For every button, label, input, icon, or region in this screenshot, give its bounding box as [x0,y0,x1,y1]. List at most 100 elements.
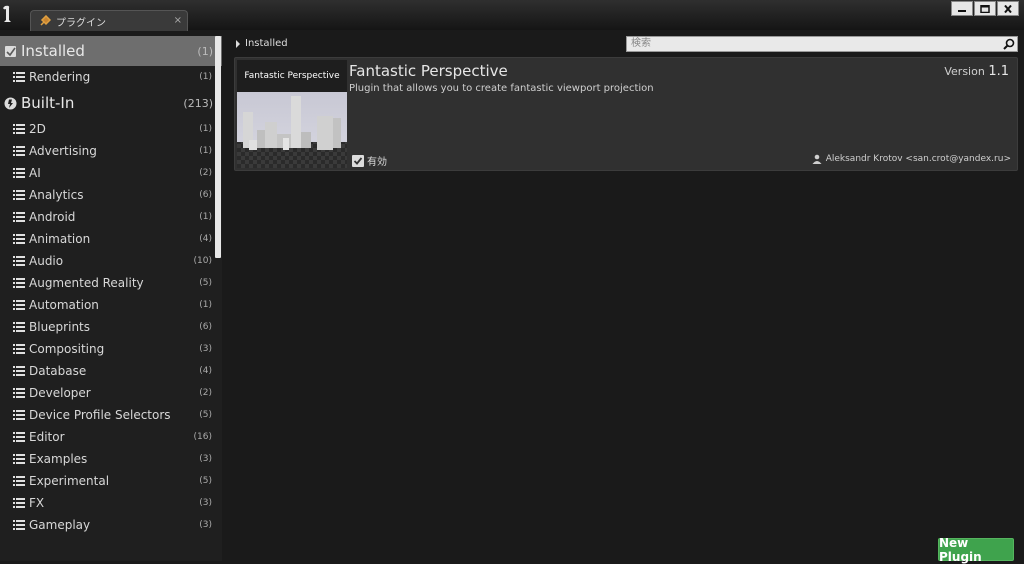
sidebar-item-examples[interactable]: Examples (3) [0,448,222,470]
list-icon [13,476,25,486]
search-input[interactable]: 検索 [626,36,1018,52]
sidebar-item-analytics[interactable]: Analytics (6) [0,184,222,206]
category-installed[interactable]: Installed (1) [0,36,222,66]
sidebar-item-editor[interactable]: Editor (16) [0,426,222,448]
unreal-engine-icon [4,97,17,109]
sidebar-item-label: Augmented Reality [29,276,144,290]
sidebar-item-experimental[interactable]: Experimental (5) [0,470,222,492]
close-button[interactable] [997,1,1019,16]
sidebar-item-count: (1) [199,212,212,222]
author-name: Aleksandr Krotov <san.crot@yandex.ru> [825,154,1011,164]
sidebar-item-ai[interactable]: AI (2) [0,162,222,184]
sidebar-item-augmented-reality[interactable]: Augmented Reality (5) [0,272,222,294]
title-bar: プラグイン × [0,0,1024,31]
sidebar-item-label: Blueprints [29,320,91,334]
list-icon [13,278,25,288]
plugin-thumbnail: Fantastic Perspective [237,60,347,168]
category-installed-label: Installed [21,42,85,60]
sidebar-item-label: Animation [29,232,91,246]
minimize-button[interactable] [951,1,973,16]
plugin-thumbnail-title: Fantastic Perspective [237,60,347,92]
sidebar-item-label: Audio [29,254,64,268]
sidebar-item-label: Editor [29,430,65,444]
installed-icon [5,45,16,57]
sidebar-item-count: (6) [199,322,212,332]
list-icon [13,498,25,508]
list-icon [13,234,25,244]
checkmark-icon [353,156,363,165]
sidebar-item-count: (5) [199,410,212,420]
list-icon [13,388,25,398]
plugin-enabled-toggle[interactable]: 有効 [352,153,387,168]
list-icon [13,146,25,156]
search-placeholder: 検索 [631,38,651,49]
sidebar-item-blueprints[interactable]: Blueprints (6) [0,316,222,338]
list-icon [13,124,25,134]
sidebar-item-label: AI [29,166,41,180]
sidebar-item-audio[interactable]: Audio (10) [0,250,222,272]
list-icon [13,256,25,266]
tab-plugins[interactable]: プラグイン × [30,10,188,31]
person-icon [812,154,822,164]
list-icon [13,366,25,376]
sidebar-item-device-profile-selectors[interactable]: Device Profile Selectors (5) [0,404,222,426]
plug-icon [40,15,51,26]
sidebar-item-advertising[interactable]: Advertising (1) [0,140,222,162]
sidebar-item-label: 2D [29,122,46,136]
breadcrumb[interactable]: Installed [236,38,288,49]
sidebar-item-label: Analytics [29,188,84,202]
sidebar-item-compositing[interactable]: Compositing (3) [0,338,222,360]
maximize-icon [980,4,990,13]
plugin-name: Fantastic Perspective [349,62,508,80]
category-built-in-label: Built-In [21,94,75,112]
sidebar-item-label: Compositing [29,342,105,356]
sidebar-item-fx[interactable]: FX (3) [0,492,222,514]
sidebar-item-2d[interactable]: 2D (1) [0,118,222,140]
breadcrumb-label: Installed [245,38,288,49]
sidebar-item-animation[interactable]: Animation (4) [0,228,222,250]
sidebar-item-label: Automation [29,298,99,312]
plugin-browser-main: Installed 検索 Fantastic Perspective Fanta… [226,34,1020,561]
search-icon[interactable] [1003,38,1015,50]
maximize-button[interactable] [974,1,996,16]
sidebar-item-count: (4) [199,366,212,376]
version-label: Version [944,65,985,78]
sidebar-scrollbar[interactable] [215,36,221,258]
sidebar-item-count: (3) [199,520,212,530]
sidebar-item-count: (5) [199,278,212,288]
window-controls [951,1,1019,16]
tab-close-button[interactable]: × [174,15,182,26]
list-icon [13,344,25,354]
list-icon [13,190,25,200]
plugin-version: Version 1.1 [944,64,1009,79]
minimize-icon [958,9,966,12]
sidebar-item-count: (3) [199,344,212,354]
enabled-label: 有効 [367,157,387,168]
breadcrumb-arrow-icon [236,39,240,48]
sidebar-item-count: (4) [199,234,212,244]
sidebar-item-count: (2) [199,388,212,398]
sidebar-item-count: (2) [199,168,212,178]
plugin-card[interactable]: Fantastic Perspective Fantastic Perspect… [234,57,1018,171]
plugin-description: Plugin that allows you to create fantast… [349,83,654,94]
sidebar-item-count: (3) [199,498,212,508]
sidebar-item-developer[interactable]: Developer (2) [0,382,222,404]
category-built-in[interactable]: Built-In (213) [0,88,222,118]
sidebar-item-label: Gameplay [29,518,91,532]
sidebar-item-android[interactable]: Android (1) [0,206,222,228]
new-plugin-button[interactable]: New Plugin [938,536,1014,564]
sidebar-item-count: (1) [199,146,212,156]
sidebar-item-installed-rendering[interactable]: Rendering (1) [0,66,222,88]
sidebar-item-label: Examples [29,452,88,466]
sidebar-item-automation[interactable]: Automation (1) [0,294,222,316]
enabled-checkbox[interactable] [352,154,364,167]
sidebar-item-database[interactable]: Database (4) [0,360,222,382]
sidebar-item-count: (1) [199,300,212,310]
sidebar-item-gameplay[interactable]: Gameplay (3) [0,514,222,536]
sidebar-item-label: Device Profile Selectors [29,408,171,422]
category-sidebar: Installed (1) Rendering (1) Built-In (213… [0,36,222,561]
sidebar-item-count: (10) [193,256,212,266]
sidebar-item-count: (5) [199,476,212,486]
sidebar-item-label: Advertising [29,144,97,158]
sidebar-item-label: Android [29,210,76,224]
